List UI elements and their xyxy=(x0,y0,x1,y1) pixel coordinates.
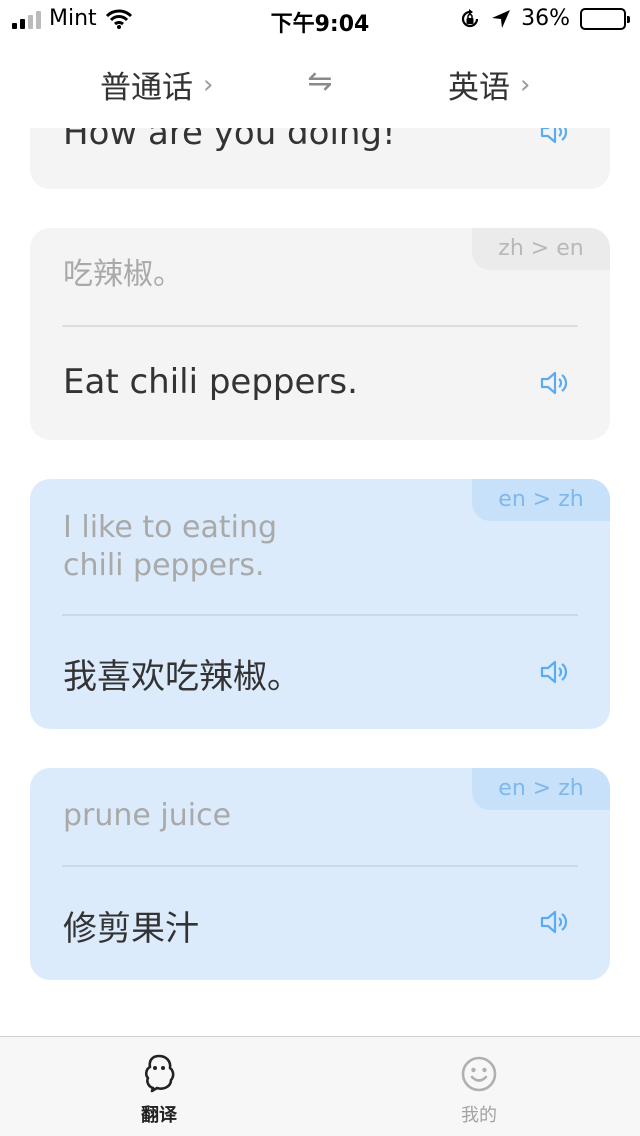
target-language-selector[interactable]: 英语 › xyxy=(448,62,530,107)
divider xyxy=(62,614,578,616)
status-bar: Mint 下午9:04 36% xyxy=(0,0,640,40)
language-direction-badge: en > zh xyxy=(472,768,610,810)
tab-label: 翻译 xyxy=(141,1105,177,1126)
translation-text: 修剪果汁 xyxy=(63,909,199,949)
chevron-right-icon: › xyxy=(203,69,214,100)
tab-translate[interactable]: 翻译 xyxy=(99,1053,219,1127)
source-text: prune juice xyxy=(63,798,232,833)
location-arrow-icon xyxy=(492,9,511,28)
target-language-label: 英语 xyxy=(448,70,510,106)
language-selector-bar: 普通话 › ⇋ 英语 › xyxy=(0,40,640,128)
speaker-icon[interactable] xyxy=(538,128,570,148)
tab-label: 我的 xyxy=(461,1105,497,1126)
translation-card[interactable]: zh > en 吃辣椒。 Eat chili peppers. xyxy=(30,228,610,440)
tab-mine[interactable]: 我的 xyxy=(419,1053,539,1127)
speaker-icon[interactable] xyxy=(538,906,570,938)
battery-percentage: 36% xyxy=(521,6,570,31)
translation-card[interactable]: en > zh prune juice 修剪果汁 xyxy=(30,768,610,980)
source-text: 吃辣椒。 xyxy=(63,257,183,292)
translation-card[interactable]: en > zh I like to eating chili peppers. … xyxy=(30,479,610,729)
translation-text: 我喜欢吃辣椒。 xyxy=(63,657,301,697)
orientation-lock-icon xyxy=(462,8,479,27)
swap-languages-button[interactable]: ⇋ xyxy=(300,62,340,102)
swap-arrows-icon: ⇋ xyxy=(307,64,333,99)
smiley-face-icon xyxy=(461,1056,497,1092)
language-direction-badge: zh > en xyxy=(472,228,610,270)
translate-icon xyxy=(144,1054,175,1093)
language-direction-badge: en > zh xyxy=(472,479,610,521)
source-language-label: 普通话 xyxy=(100,70,193,106)
translation-text: How are you doing! xyxy=(63,128,396,153)
translation-history-list[interactable]: How are you doing! zh > en 吃辣椒。 Eat chil… xyxy=(0,128,640,1036)
chevron-right-icon: › xyxy=(520,69,531,100)
divider xyxy=(62,325,578,327)
translation-text: Eat chili peppers. xyxy=(63,362,358,402)
divider xyxy=(62,865,578,867)
source-language-selector[interactable]: 普通话 › xyxy=(100,62,213,107)
speaker-icon[interactable] xyxy=(538,656,570,688)
battery-icon xyxy=(580,7,630,30)
translation-card[interactable]: How are you doing! xyxy=(30,128,610,189)
bottom-tab-bar: 翻译 我的 xyxy=(0,1036,640,1136)
speaker-icon[interactable] xyxy=(538,367,570,399)
source-text: I like to eating chili peppers. xyxy=(63,510,277,583)
